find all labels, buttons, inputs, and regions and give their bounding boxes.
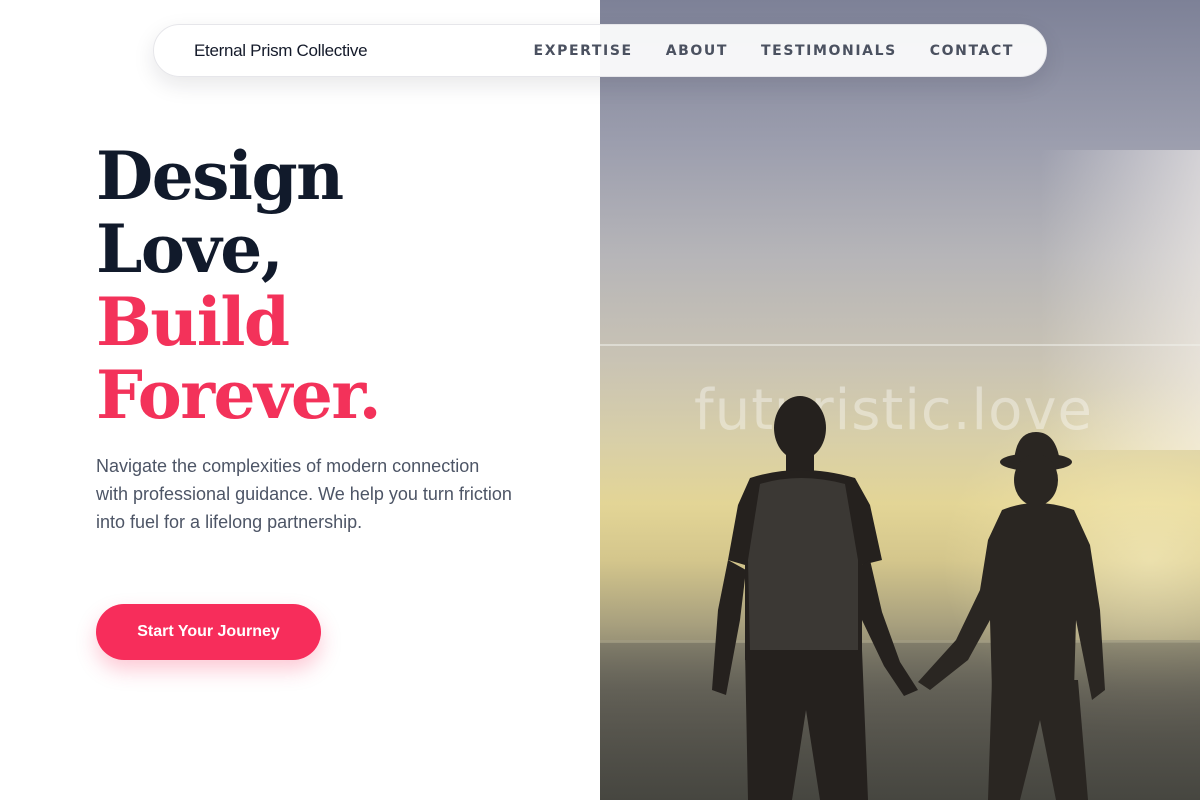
brand-logo-text[interactable]: Eternal Prism Collective [194, 41, 368, 61]
woman-silhouette [918, 432, 1105, 800]
start-journey-button[interactable]: Start Your Journey [96, 604, 321, 660]
top-navbar: Eternal Prism Collective EXPERTISE ABOUT… [153, 24, 1047, 77]
man-shirt [748, 478, 858, 650]
nav-link-contact[interactable]: CONTACT [930, 43, 1014, 59]
headline-line-design: Design [96, 137, 344, 215]
headline-line-forever: Forever. [96, 356, 382, 434]
couple-silhouette [712, 396, 1105, 800]
hero-image: futuristic.love [600, 0, 1200, 800]
nav-link-about[interactable]: ABOUT [666, 43, 728, 59]
headline-line-build: Build [96, 283, 290, 361]
nav-links: EXPERTISE ABOUT TESTIMONIALS CONTACT [534, 43, 1014, 59]
nav-link-testimonials[interactable]: TESTIMONIALS [761, 43, 897, 59]
hero-description: Navigate the complexities of modern conn… [96, 456, 512, 532]
hero-headline: Design Love, Build Forever. [96, 140, 576, 432]
nav-link-expertise[interactable]: EXPERTISE [534, 43, 633, 59]
headline-line-love: Love, [96, 210, 284, 288]
